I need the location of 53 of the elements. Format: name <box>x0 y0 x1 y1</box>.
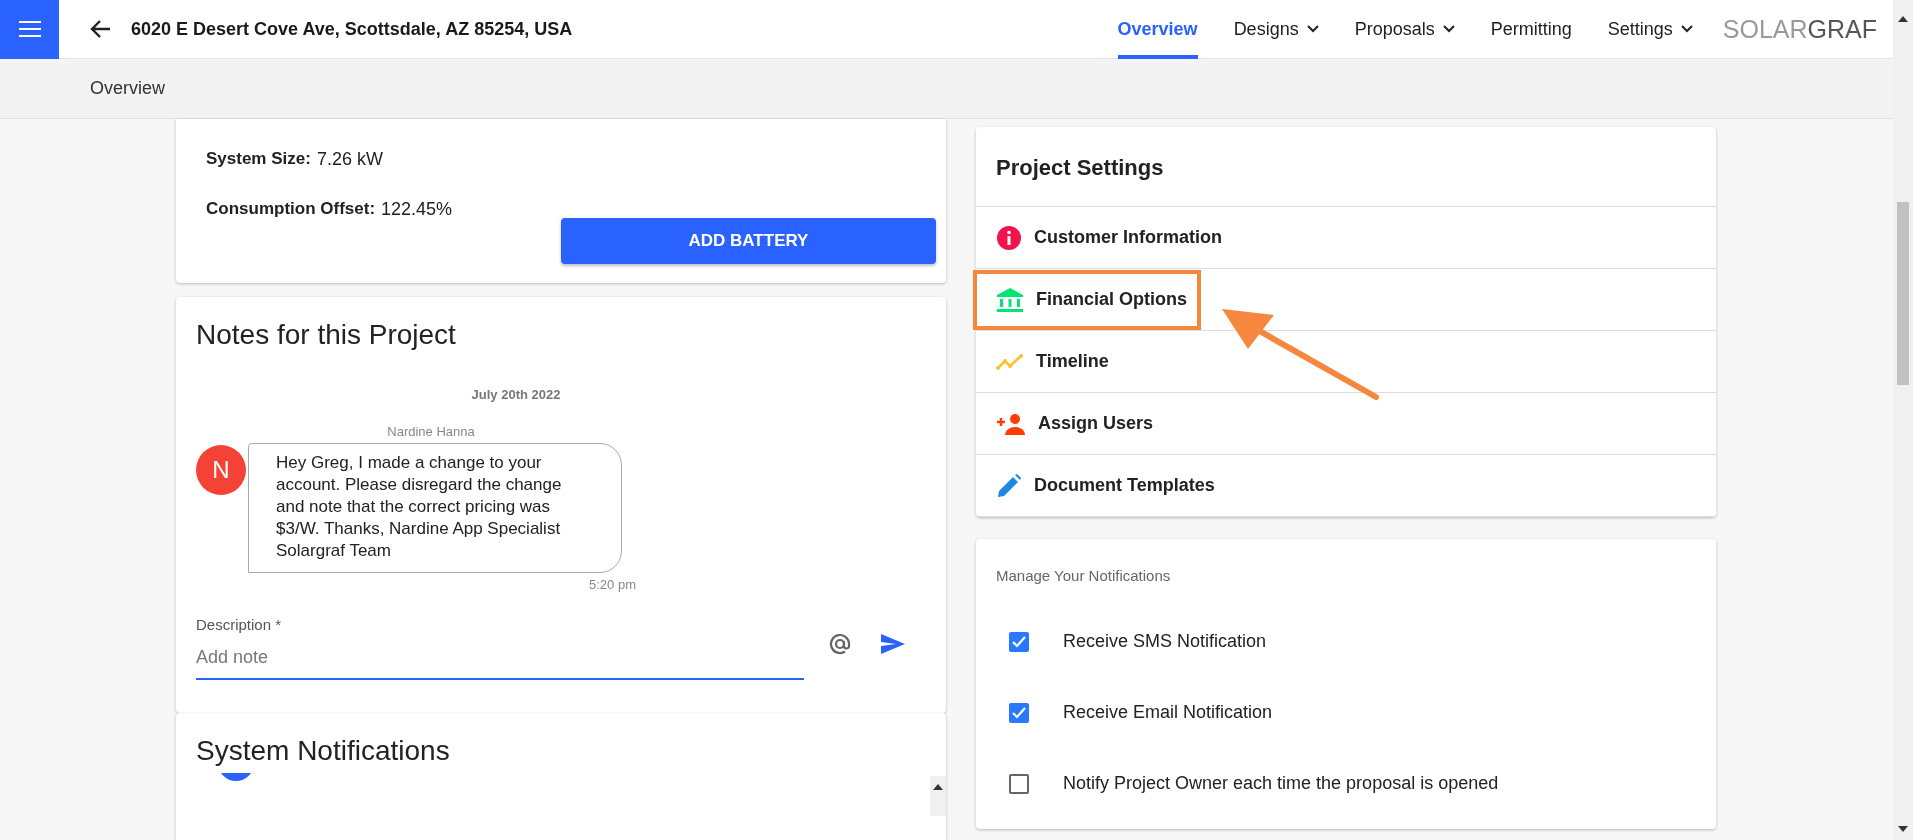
back-arrow-icon[interactable] <box>89 19 111 39</box>
menu-icon <box>18 21 41 37</box>
breadcrumb: Overview <box>90 78 165 99</box>
settings-item: Document Templates <box>976 457 1225 514</box>
logo: SOLARGRAF <box>1722 14 1877 44</box>
stat-value: 122.45% <box>381 199 453 220</box>
message-bubble: Hey Greg, I made a change to your account. Please disregard the change and note that the correct pricing was $3/W. Thanks, Nardine App Specialist Solargraf Team <box>248 443 622 573</box>
message-time: 5:20 pm <box>588 577 636 592</box>
stat-value: 7.26 kW <box>316 149 383 170</box>
note-input-field[interactable]: Add note <box>196 639 804 680</box>
nav-tab[interactable]: Permitting <box>1490 0 1572 59</box>
nav-tab[interactable]: Designs <box>1233 0 1319 59</box>
add-person-icon <box>996 412 1026 435</box>
scrollbar-thumb[interactable] <box>1897 202 1909 385</box>
settings-row[interactable]: Customer Information <box>976 207 1716 269</box>
scroll-down-icon[interactable] <box>1898 826 1908 832</box>
send-icon[interactable] <box>880 633 906 655</box>
nav-tab[interactable]: Settings <box>1607 0 1693 59</box>
project-address: 6020 E Desert Cove Ave, Scottsdale, AZ 85254, USA <box>131 18 573 40</box>
pencil-icon <box>996 472 1022 499</box>
settings-item: Assign Users <box>976 395 1164 452</box>
info-icon <box>996 224 1022 251</box>
checkbox[interactable] <box>1009 773 1029 794</box>
field-label: Description * <box>196 616 282 633</box>
settings-item: Customer Information <box>976 209 1232 266</box>
settings-row[interactable]: Assign Users <box>976 393 1716 455</box>
avatar: N <box>196 445 246 495</box>
at-sign-icon[interactable] <box>828 632 852 656</box>
checkbox[interactable] <box>1009 631 1029 652</box>
highlight-frame: Financial Options <box>973 269 1201 330</box>
settings-item: Timeline <box>976 333 1119 390</box>
checkbox[interactable] <box>1009 702 1029 723</box>
scrollbar[interactable] <box>930 776 946 816</box>
date-label: July 20th 2022 <box>470 387 562 402</box>
system-notifications-title: System Notifications <box>196 735 451 767</box>
line-chart-icon <box>996 352 1024 371</box>
menu-button[interactable] <box>0 0 59 59</box>
author-name: Nardine Hanna <box>386 424 476 439</box>
checkbox-label: Notify Project Owner each time the proposal is opened <box>1063 773 1499 794</box>
stat-label: System Size: <box>206 149 311 169</box>
checkbox-label: Receive SMS Notification <box>1063 631 1267 652</box>
nav-tab[interactable]: Proposals <box>1354 0 1455 59</box>
notes-title: Notes for this Project <box>196 319 457 351</box>
project-settings-title: Project Settings <box>976 127 1716 207</box>
checkbox-label: Receive Email Notification <box>1063 702 1273 723</box>
scroll-up-icon[interactable] <box>1898 16 1908 22</box>
page-scrollbar[interactable] <box>1893 0 1913 840</box>
settings-row[interactable]: Document Templates <box>976 455 1716 517</box>
scroll-up-icon[interactable] <box>933 784 943 790</box>
bank-icon <box>996 286 1024 313</box>
add-battery-button[interactable]: ADD BATTERY <box>561 218 936 264</box>
notifications-title: Manage Your Notifications <box>996 567 1172 584</box>
stat-label: Consumption Offset: <box>206 199 376 219</box>
